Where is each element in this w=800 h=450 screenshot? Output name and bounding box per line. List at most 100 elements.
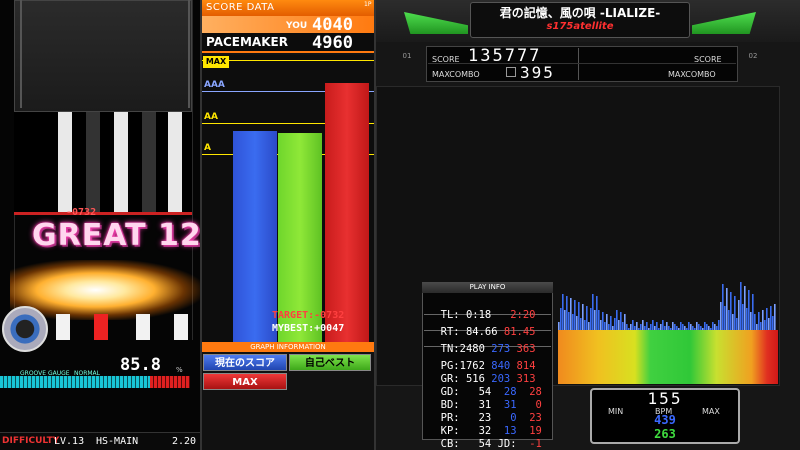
spectrum-spike: [648, 328, 650, 330]
bpm-min-value: 263: [654, 427, 676, 441]
spectrum-spike: [716, 326, 718, 330]
difficulty-badge: DIFFICULTY: [2, 436, 60, 446]
graph-information-header: GRAPH INFORMATION: [202, 342, 374, 352]
key-beam: [58, 112, 72, 212]
spectrum-spike: [652, 320, 654, 330]
combo-indicator: [506, 67, 516, 77]
spectrum-spike: [686, 328, 688, 330]
groove-gauge-clear-zone: [150, 376, 190, 388]
hispeed-label: HS-MAIN: [96, 436, 139, 447]
spectrum-spike: [754, 314, 756, 330]
cb-label: CB:: [440, 438, 460, 450]
spectrum-spike: [620, 312, 622, 330]
spectrum-spike: [760, 322, 762, 330]
spectrum-spike: [608, 324, 610, 330]
song-title: 君の記憶、風の唄 -LIALIZE-: [499, 6, 661, 20]
spectrum-spike: [584, 320, 586, 330]
spectrum-spike: [578, 302, 580, 330]
spectrum-spike: [710, 328, 712, 330]
hispeed-value: 2.20: [172, 436, 197, 447]
spectrum-spike: [696, 322, 698, 330]
spectrum-spike: [624, 314, 626, 330]
spectrum-spike: [604, 322, 606, 330]
spectrum-spike: [658, 328, 660, 330]
key-beam: [86, 112, 100, 212]
timeline-notes-spectrum: [558, 282, 776, 330]
spectrum-spike: [752, 294, 754, 330]
pacemaker-label: PACEMAKER: [206, 35, 288, 49]
spectrum-spike: [766, 308, 768, 330]
you-label: YOU: [286, 21, 308, 31]
spectrum-spike: [596, 296, 598, 330]
spectrum-spike: [678, 328, 680, 330]
spectrum-spike: [732, 314, 734, 330]
judge-line: [14, 212, 192, 215]
bar-pacemaker-score: [325, 82, 369, 342]
score-label-p2: SCORE: [694, 55, 722, 64]
key-white: [136, 314, 150, 340]
spectrum-spike: [690, 324, 692, 330]
spectrum-spike: [576, 316, 578, 330]
spectrum-spike: [734, 296, 736, 330]
spectrum-spike: [558, 322, 560, 330]
jd-value: -1: [529, 438, 542, 450]
spectrum-spike: [562, 294, 564, 330]
maxcombo-label-p2: MAXCOMBO: [668, 70, 716, 79]
player1-tag: 01: [402, 52, 412, 60]
max-button[interactable]: MAX: [203, 373, 287, 390]
spectrum-spike: [666, 322, 668, 330]
grade-label-max: MAX: [203, 56, 229, 68]
spectrum-spike: [706, 324, 708, 330]
spectrum-spike: [628, 328, 630, 330]
spectrum-spike: [724, 306, 726, 330]
spectrum-spike: [730, 292, 732, 330]
key-beam: [168, 112, 182, 212]
bar-you-score: [233, 131, 277, 342]
gauge-percent-sign: %: [176, 366, 183, 374]
key-white: [174, 314, 188, 340]
play-info-cb: CB: 54 JD: -1: [428, 426, 542, 450]
score-panel-divider: [578, 48, 579, 80]
maxcombo-value: 395: [520, 63, 555, 82]
spectrum-spike: [722, 284, 724, 330]
key-beam: [142, 112, 156, 212]
timeline-density-band: [558, 330, 778, 384]
spectrum-spike: [622, 322, 624, 330]
spectrum-spike: [646, 322, 648, 330]
spectrum-spike: [634, 326, 636, 330]
key-white: [56, 314, 70, 340]
spectrum-spike: [714, 324, 716, 330]
maxcombo-label: MAXCOMBO: [432, 70, 480, 79]
spectrum-spike: [762, 310, 764, 330]
spectrum-spike: [672, 322, 674, 330]
gauge-value: 85.8: [120, 355, 161, 375]
spectrum-spike: [676, 326, 678, 330]
spectrum-spike: [654, 326, 656, 330]
personal-best-button[interactable]: 自己ベスト: [289, 354, 371, 371]
spectrum-spike: [688, 322, 690, 330]
spectrum-spike: [756, 324, 758, 330]
side-tag: 1P: [364, 1, 372, 8]
spectrum-spike: [564, 310, 566, 330]
spectrum-spike: [718, 320, 720, 330]
bpm-max-value: 439: [654, 413, 676, 427]
jd-label: JD:: [497, 438, 517, 450]
song-artist: s175atellite: [546, 21, 614, 32]
spectrum-spike: [582, 304, 584, 330]
spectrum-spike: [594, 310, 596, 330]
player2-tag: 02: [748, 52, 758, 60]
spectrum-spike: [728, 310, 730, 330]
current-score-button[interactable]: 現在のスコア: [203, 354, 287, 371]
turntable-icon: [2, 306, 48, 352]
spectrum-spike: [610, 316, 612, 330]
spectrum-spike: [614, 318, 616, 330]
spectrum-spike: [588, 322, 590, 330]
spectrum-spike: [570, 298, 572, 330]
spectrum-spike: [708, 326, 710, 330]
grade-label-a: A: [204, 143, 211, 153]
groove-gauge-bar: [0, 376, 164, 388]
you-score: 4040: [312, 15, 353, 35]
spectrum-spike: [566, 296, 568, 330]
spectrum-spike: [664, 326, 666, 330]
spectrum-spike: [642, 320, 644, 330]
